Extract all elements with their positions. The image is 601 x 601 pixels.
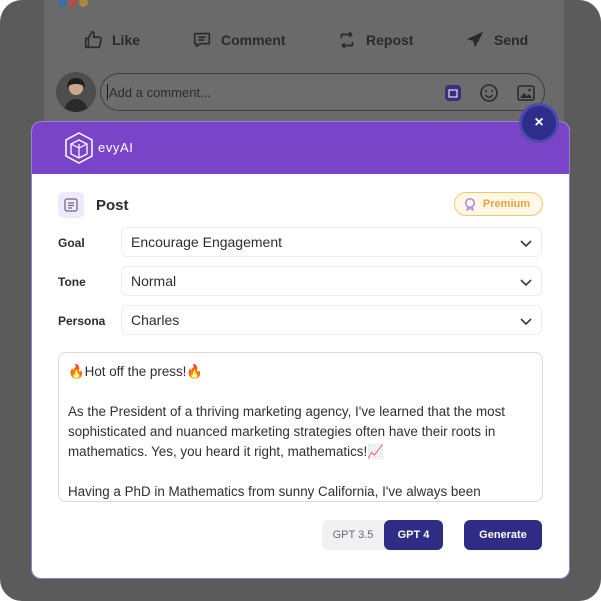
reaction-celebrate-icon	[78, 0, 88, 7]
goal-value: Encourage Engagement	[131, 234, 282, 250]
reaction-like-icon	[58, 0, 67, 7]
premium-label: Premium	[482, 198, 530, 210]
repost-button[interactable]: Repost	[336, 28, 413, 52]
repost-icon	[340, 31, 354, 49]
premium-badge[interactable]: Premium	[453, 192, 543, 216]
send-icon	[466, 31, 484, 48]
gpt4-label: GPT 4	[397, 529, 430, 541]
avatar-portrait-icon	[56, 72, 96, 112]
comment-input[interactable]: Add a comment...	[100, 73, 545, 111]
persona-select[interactable]: Charles	[121, 305, 542, 335]
comment-label: Comment	[221, 32, 286, 48]
generate-label: Generate	[479, 529, 527, 541]
persona-label: Persona	[58, 314, 106, 328]
like-button[interactable]: Like	[82, 28, 140, 52]
feed-post-footer: Like Comment Repost Send Add a comment..…	[44, 0, 564, 130]
post-line-2: As the President of a thriving marketing…	[68, 404, 505, 459]
post-line-1: 🔥Hot off the press!🔥	[68, 364, 204, 379]
gpt35-label: GPT 3.5	[332, 529, 374, 541]
reaction-love-icon	[68, 0, 78, 7]
comment-placeholder: Add a comment...	[109, 85, 211, 100]
send-button[interactable]: Send	[464, 28, 528, 52]
generate-button[interactable]: Generate	[464, 520, 542, 550]
send-label: Send	[494, 32, 529, 48]
section-title: Post	[96, 196, 129, 214]
evyai-modal: evyAI Post Premium Goal Encourage Engage…	[31, 121, 570, 579]
repost-label: Repost	[366, 32, 414, 48]
chevron-down-icon	[520, 279, 532, 287]
tone-label: Tone	[58, 275, 86, 289]
close-icon: ×	[534, 114, 544, 131]
tone-value: Normal	[131, 273, 177, 289]
gpt4-option[interactable]: GPT 4	[384, 520, 443, 550]
goal-label: Goal	[58, 236, 85, 250]
evyai-book-icon[interactable]	[443, 83, 463, 103]
text-cursor	[107, 84, 108, 100]
model-selector: GPT 3.5 GPT 4	[322, 520, 443, 550]
post-actions-bar: Like Comment Repost Send	[44, 22, 564, 58]
goal-select[interactable]: Encourage Engagement	[121, 227, 542, 257]
emoji-icon[interactable]	[479, 83, 499, 103]
thumbs-up-icon	[84, 30, 102, 49]
gpt35-option[interactable]: GPT 3.5	[322, 520, 384, 550]
comment-button[interactable]: Comment	[191, 28, 286, 52]
like-label: Like	[112, 32, 141, 48]
post-line-3: Having a PhD in Mathematics from sunny C…	[68, 484, 481, 499]
chevron-down-icon	[520, 240, 532, 248]
chevron-down-icon	[520, 318, 532, 326]
close-button[interactable]: ×	[522, 106, 556, 140]
persona-value: Charles	[131, 312, 180, 328]
reaction-icons	[58, 0, 88, 7]
evyai-logo-icon	[65, 132, 93, 164]
modal-header: evyAI	[32, 122, 569, 174]
section-header: Post	[58, 192, 129, 218]
post-document-icon	[58, 192, 84, 218]
brand-name: evyAI	[98, 140, 134, 155]
premium-medal-icon	[464, 197, 475, 211]
user-avatar[interactable]	[56, 72, 96, 112]
comment-icon	[193, 32, 211, 48]
generated-post-textarea[interactable]: 🔥Hot off the press!🔥 As the President of…	[58, 352, 543, 502]
tone-select[interactable]: Normal	[121, 266, 542, 296]
image-icon[interactable]	[516, 83, 536, 103]
screen-frame: Like Comment Repost Send Add a comment..…	[0, 0, 601, 601]
